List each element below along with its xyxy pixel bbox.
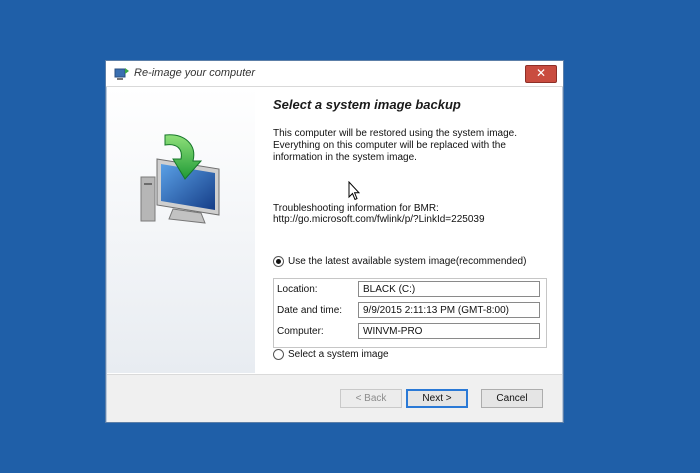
datetime-row: Date and time: 9/9/2015 2:11:13 PM (GMT-… [277,302,545,322]
cancel-button[interactable]: Cancel [481,389,543,408]
reimage-dialog: Re-image your computer ✕ Select a system… [105,60,564,423]
computer-label: Computer: [277,326,324,337]
radio-latest-image[interactable] [273,256,284,267]
back-button[interactable]: < Back [340,389,402,408]
left-illustration-pane [107,87,255,373]
option-latest-image[interactable]: Use the latest available system image(re… [273,256,526,267]
mouse-pointer-icon [348,181,360,201]
troubleshooting-link[interactable]: http://go.microsoft.com/fwlink/p/?LinkId… [273,214,553,225]
option-select-image[interactable]: Select a system image [273,349,389,360]
troubleshooting-label: Troubleshooting information for BMR: [273,203,439,214]
close-button[interactable]: ✕ [525,65,557,83]
option-select-label: Select a system image [288,349,389,360]
next-button[interactable]: Next > [406,389,468,408]
image-details-box: Location: BLACK (C:) Date and time: 9/9/… [273,278,547,348]
computer-field: WINVM-PRO [358,323,540,339]
option-latest-label: Use the latest available system image(re… [288,256,527,267]
datetime-field: 9/9/2015 2:11:13 PM (GMT-8:00) [358,302,540,318]
computer-row: Computer: WINVM-PRO [277,323,545,343]
location-row: Location: BLACK (C:) [277,281,545,301]
radio-select-image[interactable] [273,349,284,360]
computer-restore-icon [140,134,220,224]
window-title: Re-image your computer [134,67,256,79]
troubleshooting-info: Troubleshooting information for BMR: htt… [273,203,553,225]
page-heading: Select a system image backup [273,97,461,112]
button-bar: < Back Next > Cancel [107,374,562,422]
app-icon [114,68,129,80]
location-field: BLACK (C:) [358,281,540,297]
location-label: Location: [277,284,318,295]
datetime-label: Date and time: [277,305,343,316]
description-text: This computer will be restored using the… [273,128,517,163]
title-bar[interactable]: Re-image your computer ✕ [106,61,563,87]
